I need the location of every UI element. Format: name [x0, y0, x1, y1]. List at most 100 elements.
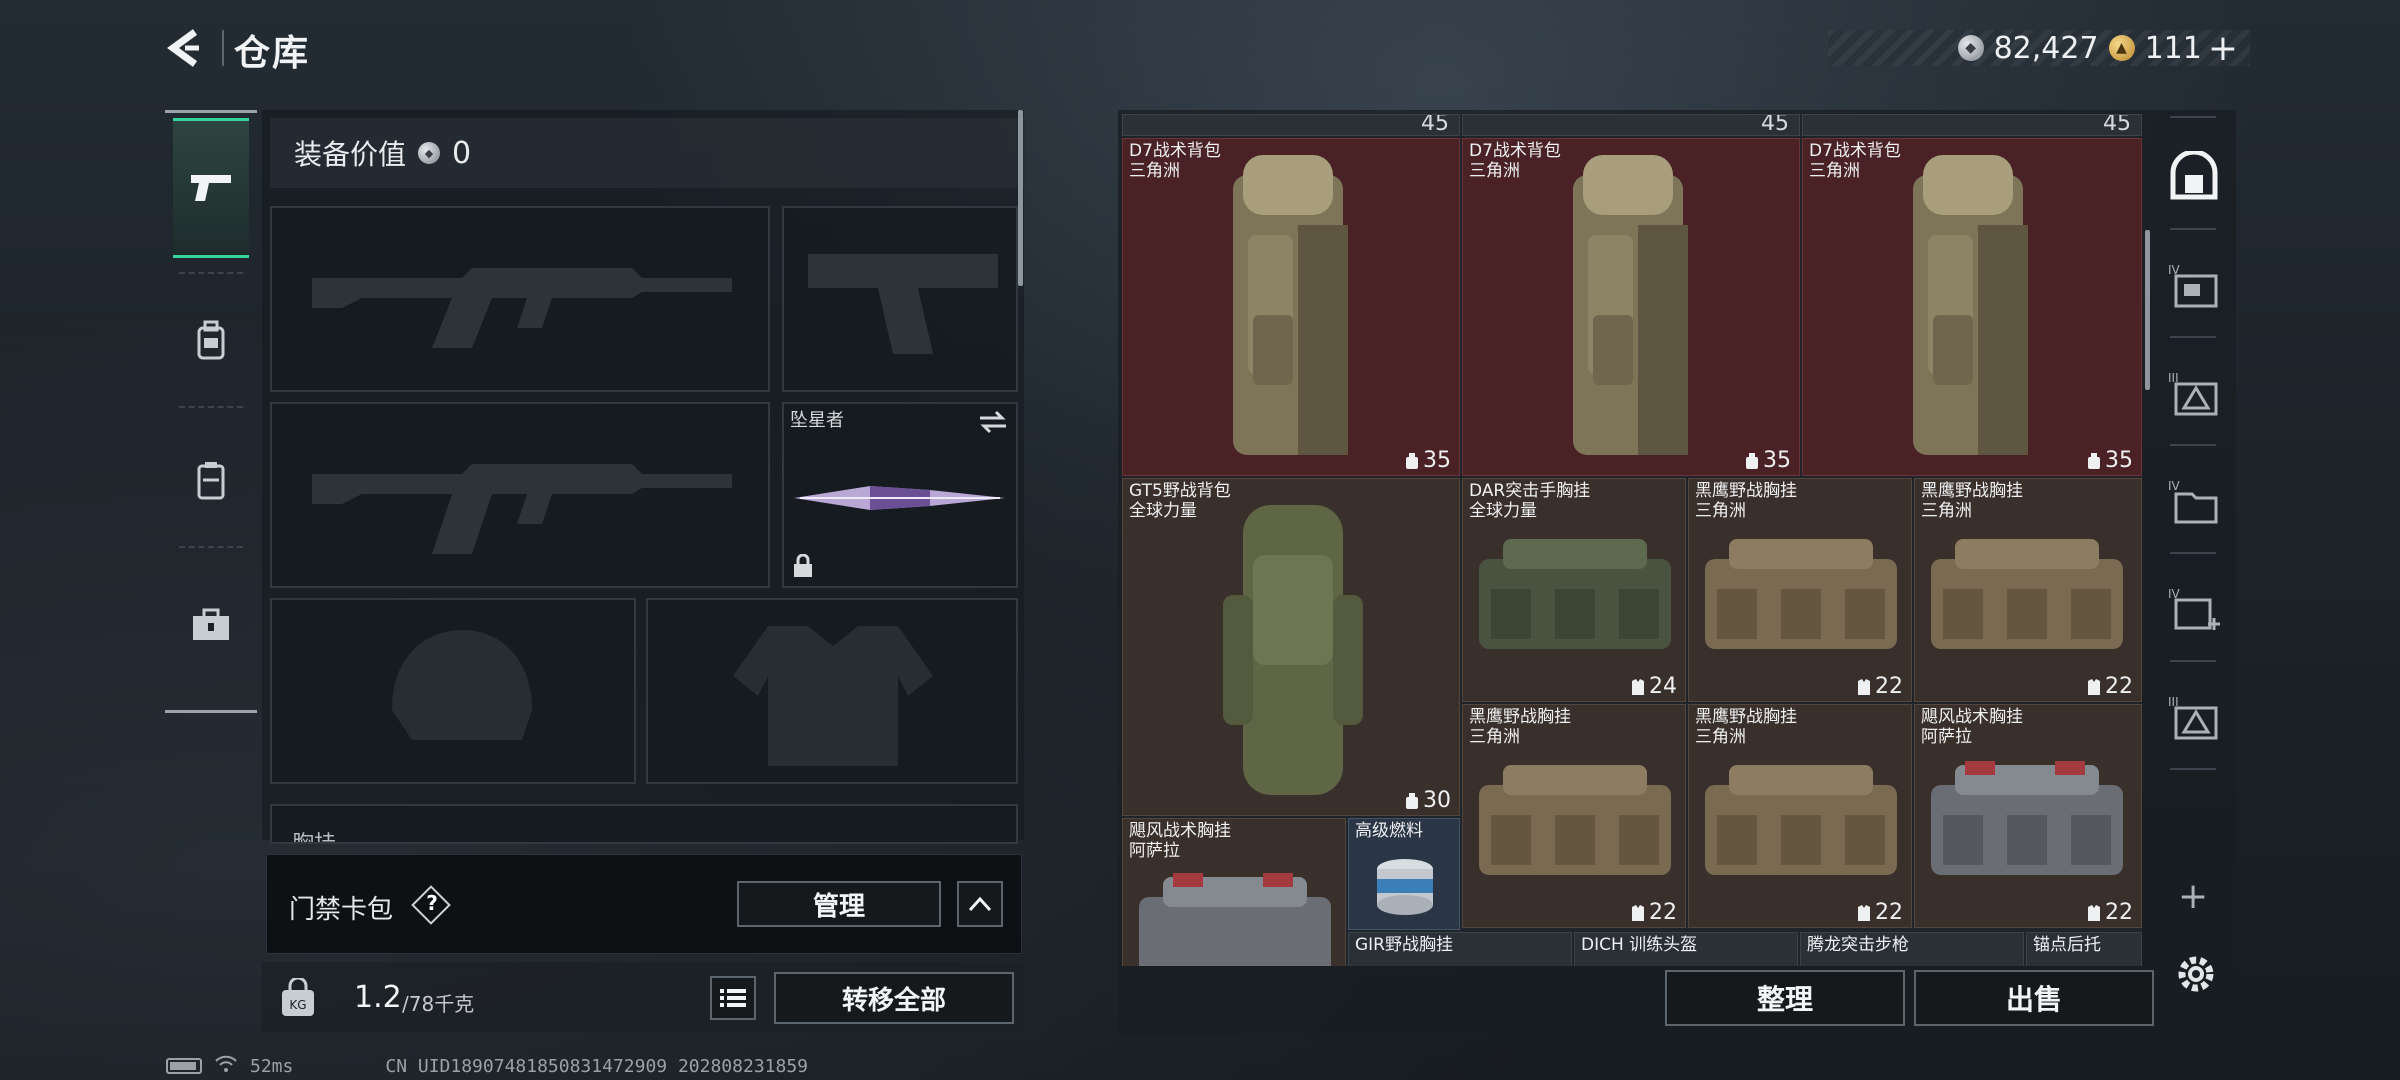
warehouse-item-blackhawk-chest-rig[interactable]: 黑鹰野战胸挂 三角洲 22 [1688, 478, 1912, 702]
melee-slot[interactable]: 坠星者 [782, 402, 1018, 588]
back-arrow-icon [167, 29, 199, 67]
warehouse-item-tenglong-rifle[interactable]: 腾龙突击步枪 [1800, 932, 2024, 966]
warehouse-item-blackhawk-chest-rig[interactable]: 黑鹰野战胸挂 三角洲 22 [1688, 704, 1912, 928]
equipment-value-label: 装备价值 [294, 138, 407, 171]
weight-max: /78千克 [402, 992, 475, 1016]
item-origin: 三角洲 [1695, 501, 1746, 521]
loadout-scrollbar[interactable] [1018, 110, 1023, 286]
weight-bar: KG 1.2 /78千克 转移全部 [262, 962, 1024, 1032]
tab-kit[interactable] [173, 550, 249, 700]
item-stat: 30 [1423, 788, 1451, 813]
item-stat-display: 30 [1405, 788, 1451, 813]
warehouse-item-d7-backpack[interactable]: D7战术背包 三角洲 35 [1802, 138, 2142, 476]
storage-tab-iv-icon[interactable]: IV [2168, 260, 2220, 312]
tab-vest[interactable] [173, 410, 249, 550]
currency-bar: ◆ 82,427 ▲ 111 + [1828, 28, 2250, 69]
item-name: 黑鹰野战胸挂 [1921, 481, 2023, 501]
right-tab-rail: IV III IV IV III [2148, 110, 2238, 870]
tab-weapons[interactable] [173, 118, 249, 258]
weight-current: 1.2 [354, 980, 402, 1015]
rail-separator [2170, 228, 2216, 230]
warehouse-item-blackhawk-chest-rig[interactable]: 黑鹰野战胸挂 三角洲 22 [1914, 478, 2142, 702]
backpack-icon [197, 320, 225, 360]
warehouse-item-partial[interactable]: 45 [1122, 114, 1460, 136]
warehouse-item-hurricane-chest-rig[interactable]: 飓风战术胸挂 阿萨拉 22 [1914, 704, 2142, 928]
warehouse-item-dich-helmet[interactable]: DICH 训练头盔 [1574, 932, 1798, 966]
item-stat-display: 22 [2087, 900, 2133, 925]
warehouse-item-blackhawk-chest-rig[interactable]: 黑鹰野战胸挂 三角洲 22 [1462, 704, 1686, 928]
warehouse-item-gt5-backpack[interactable]: GT5野战背包 全球力量 30 [1122, 478, 1460, 816]
secondary-weapon-slot[interactable] [270, 402, 770, 588]
pistol-icon [191, 175, 231, 201]
fuel-can-icon [1377, 859, 1433, 915]
assault-rifle-silhouette-icon [312, 268, 732, 348]
body-armor-slot[interactable] [646, 598, 1018, 784]
swap-icon[interactable] [978, 410, 1008, 434]
ping-value: 52ms [250, 1055, 294, 1077]
vest-stat-icon [2088, 904, 2100, 921]
rail-separator [179, 406, 243, 408]
help-question-mark: ? [426, 891, 438, 915]
item-stat: 22 [2105, 674, 2133, 699]
warehouse-item-d7-backpack[interactable]: D7战术背包 三角洲 35 [1462, 138, 1800, 476]
item-name: D7战术背包 [1469, 141, 1561, 161]
item-stat: 24 [1649, 674, 1677, 699]
storage-tab-iv-folder-icon[interactable]: IV [2168, 476, 2220, 528]
uid-text: CN UID18907481850831472909 202808231859 [385, 1055, 808, 1077]
item-name: DICH 训练头盔 [1581, 935, 1698, 955]
item-stat-display: 24 [1631, 674, 1677, 699]
item-stat-display: 22 [2087, 674, 2133, 699]
rail-separator [2170, 768, 2216, 770]
storage-tab-iii-icon[interactable]: III [2168, 368, 2220, 420]
warehouse-item-partial[interactable]: 45 [1802, 114, 2142, 136]
sell-button[interactable]: 出售 [1914, 970, 2154, 1026]
tab-gear[interactable] [173, 270, 249, 410]
chest-rig-slot[interactable]: 胸挂 [270, 804, 1018, 844]
weight-icon: KG [282, 978, 314, 1016]
primary-weapon-slot[interactable] [270, 206, 770, 392]
warehouse-item-dar-chest-rig[interactable]: DAR突击手胸挂 全球力量 24 [1462, 478, 1686, 702]
vest-icon [197, 462, 225, 500]
collapse-button[interactable] [957, 881, 1003, 927]
item-stat-display: 35 [1745, 448, 1791, 473]
chest-rig-icon [1479, 765, 1671, 875]
warehouse-item-gir-chest-rig[interactable]: GIR野战胸挂 [1348, 932, 1572, 966]
rail-separator [2170, 552, 2216, 554]
warehouse-grid: 45 45 45 D7战术背包 三角洲 35 D7战术背包 三角洲 35 D7战… [1122, 114, 2142, 966]
gold-coin-icon: ▲ [2108, 35, 2135, 61]
chest-rig-icon [1705, 765, 1897, 875]
storage-tab-iii-triangle-icon[interactable]: III [2168, 692, 2220, 744]
gear-icon[interactable] [2172, 950, 2220, 998]
item-stat-display: 22 [1857, 900, 1903, 925]
sort-button[interactable]: 整理 [1665, 970, 1905, 1026]
warehouse-item-hurricane-chest-rig[interactable]: 飓风战术胸挂 阿萨拉 [1122, 818, 1346, 966]
storage-all-icon[interactable] [2168, 150, 2220, 202]
item-origin: 阿萨拉 [1921, 727, 1972, 747]
list-view-button[interactable] [710, 976, 756, 1020]
item-origin: 三角洲 [1809, 161, 1860, 181]
item-stat: 22 [2105, 900, 2133, 925]
assault-rifle-silhouette-icon [312, 464, 732, 554]
warehouse-item-premium-fuel[interactable]: 高级燃料 [1348, 818, 1460, 930]
item-name: 黑鹰野战胸挂 [1695, 481, 1797, 501]
vest-stat-icon [1858, 678, 1870, 695]
backpack-stat-icon [1406, 792, 1418, 809]
add-currency-button[interactable]: + [2208, 28, 2238, 69]
back-button[interactable] [160, 22, 210, 74]
item-stat-display: 35 [1405, 448, 1451, 473]
rail-separator [2170, 116, 2216, 118]
storage-tab-iv-plus-icon[interactable]: IV [2168, 584, 2220, 636]
warehouse-item-anchor-stock[interactable]: 锚点后托 [2026, 932, 2142, 966]
item-origin: 阿萨拉 [1129, 841, 1180, 861]
sidearm-slot[interactable] [782, 206, 1018, 392]
add-storage-tab-button[interactable]: + [2178, 876, 2208, 917]
warehouse-item-partial[interactable]: 45 [1462, 114, 1800, 136]
transfer-all-button[interactable]: 转移全部 [774, 972, 1014, 1024]
item-name: 高级燃料 [1355, 821, 1423, 841]
item-stat: 22 [1649, 900, 1677, 925]
helmet-slot[interactable] [270, 598, 636, 784]
tactical-backpack-icon [1233, 155, 1348, 455]
chest-rig-icon [1931, 539, 2123, 649]
manage-button[interactable]: 管理 [737, 881, 941, 927]
warehouse-item-d7-backpack[interactable]: D7战术背包 三角洲 35 [1122, 138, 1460, 476]
